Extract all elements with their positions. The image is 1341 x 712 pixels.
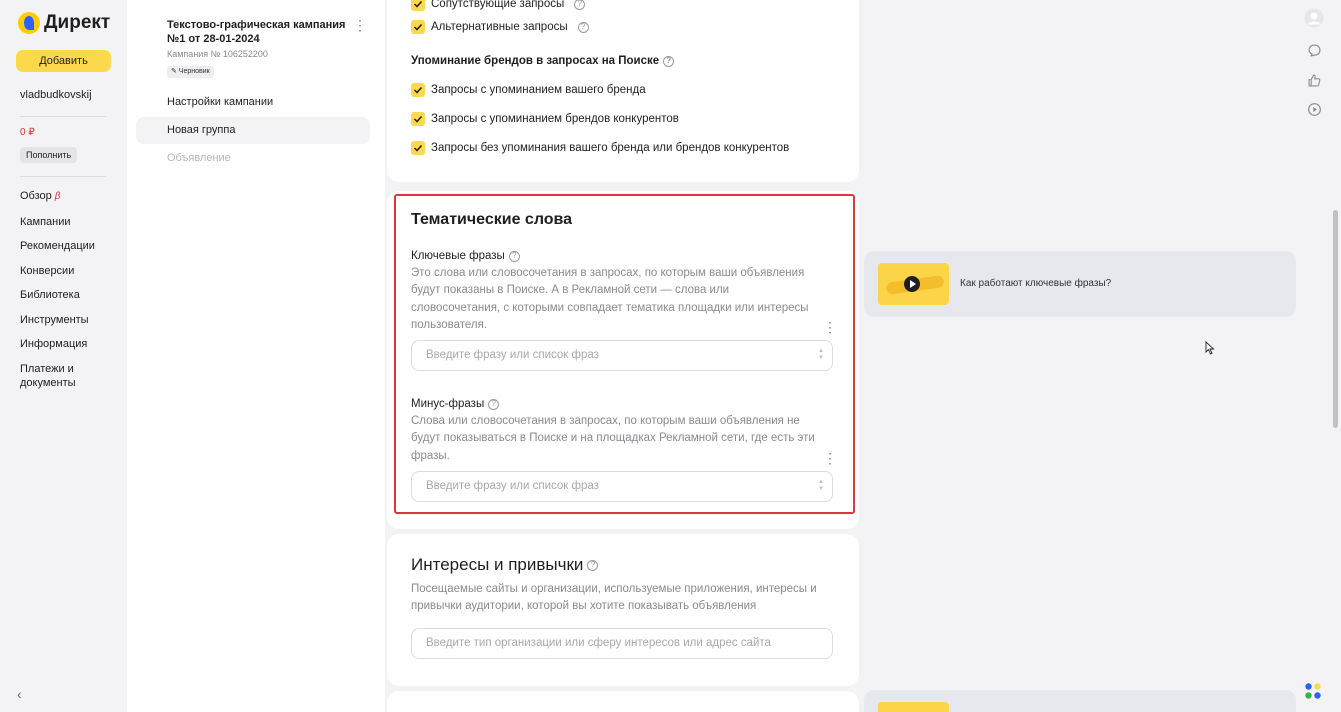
no-brand-option[interactable]: Запросы без упоминания вашего бренда или… [411, 141, 789, 155]
checkbox[interactable] [411, 83, 425, 97]
topup-button[interactable]: Пополнить [20, 147, 78, 163]
highlight-frame [394, 194, 855, 514]
tip-text[interactable]: Как работают ключевые фразы? [960, 278, 1111, 289]
option-label: Запросы без упоминания вашего бренда или… [431, 142, 790, 154]
option-label: Альтернативные запросы [431, 21, 568, 33]
video-tip[interactable] [864, 690, 1296, 712]
logo-text: Директ [44, 12, 111, 33]
scrollbar[interactable] [1331, 0, 1341, 712]
apps-icon[interactable] [1304, 682, 1322, 700]
add-button[interactable]: Добавить [16, 50, 111, 72]
section-title-text: Интересы и привычки [411, 555, 584, 574]
nav-item-label: Платежи и документы [20, 362, 76, 389]
nav-menu: Обзор β Кампании Рекомендации Конверсии Б… [20, 189, 110, 400]
chat-icon[interactable] [1305, 41, 1323, 59]
nav-item-label: Обзор [20, 190, 52, 202]
nav-item-tools[interactable]: Инструменты [20, 313, 110, 327]
nav-item-campaigns[interactable]: Кампании [20, 215, 110, 229]
section-title-text: Упоминание брендов в запросах на Поиске [411, 55, 660, 67]
section-title: Интересы и привычки? [411, 555, 599, 575]
option-label: Сопутствующие запросы [431, 0, 565, 10]
thumbs-up-icon[interactable] [1305, 71, 1323, 89]
help-icon[interactable]: ? [577, 21, 589, 33]
nav-item-label: Инструменты [20, 313, 89, 326]
campaign-panel: Текстово-графическая кампания №1 от 28-0… [127, 0, 385, 712]
video-thumbnail[interactable] [878, 702, 949, 712]
avatar[interactable] [1304, 8, 1324, 28]
mouse-cursor-icon [1205, 341, 1215, 355]
divider [20, 176, 106, 177]
option-label: Запросы с упоминанием брендов конкуренто… [431, 113, 679, 125]
alternative-queries-option[interactable]: Альтернативные запросы? [411, 20, 589, 34]
scrollbar-thumb[interactable] [1333, 210, 1338, 428]
interests-card: Интересы и привычки? Посещаемые сайты и … [387, 534, 859, 686]
checkbox[interactable] [411, 0, 425, 11]
input-placeholder: Введите тип организации или сферу интере… [426, 637, 771, 649]
next-card [387, 691, 859, 712]
ad-item: Объявление [167, 152, 231, 164]
main-content: Сопутствующие запросы? Альтернативные за… [385, 0, 867, 712]
nav-item-overview[interactable]: Обзор β [20, 189, 110, 204]
beta-badge: β [54, 191, 61, 202]
username[interactable]: vladbudkovskij [20, 89, 92, 101]
own-brand-option[interactable]: Запросы с упоминанием вашего бренда [411, 83, 646, 97]
interests-description: Посещаемые сайты и организации, использу… [411, 583, 817, 613]
left-navigation: Директ Добавить vladbudkovskij 0 ₽ Попол… [0, 0, 127, 712]
help-icon[interactable]: ? [663, 55, 675, 67]
nav-item-label: Рекомендации [20, 240, 95, 252]
play-icon[interactable] [904, 276, 920, 292]
option-label: Запросы с упоминанием вашего бренда [431, 84, 646, 96]
checkbox[interactable] [411, 20, 425, 34]
chevron-left-icon[interactable]: ‹ [17, 686, 22, 702]
nav-item-conversions[interactable]: Конверсии [20, 264, 110, 278]
nav-item-recommendations[interactable]: Рекомендации [20, 239, 110, 253]
direct-logo[interactable]: Директ [18, 12, 110, 34]
nav-item-label: Конверсии [20, 264, 75, 277]
nav-item-library[interactable]: Библиотека [20, 288, 110, 302]
campaign-number: Кампания № 106252200 [167, 49, 268, 59]
checkbox[interactable] [411, 141, 425, 155]
divider [20, 116, 106, 117]
nav-item-label: Библиотека [20, 289, 80, 301]
yandex-direct-logo-icon [18, 12, 40, 34]
help-icon[interactable]: ? [574, 0, 586, 10]
campaign-title: Текстово-графическая кампания №1 от 28-0… [167, 19, 346, 45]
competitor-brand-option[interactable]: Запросы с упоминанием брендов конкуренто… [411, 112, 679, 126]
related-queries-option[interactable]: Сопутствующие запросы? [411, 0, 586, 11]
balance: 0 ₽ [20, 127, 35, 138]
campaign-settings-item[interactable]: Настройки кампании [136, 89, 370, 116]
help-icon[interactable]: ? [587, 559, 599, 571]
interests-input[interactable]: Введите тип организации или сферу интере… [411, 628, 833, 659]
nav-item-label: Кампании [20, 215, 71, 228]
queries-card: Сопутствующие запросы? Альтернативные за… [387, 0, 859, 182]
nav-item-information[interactable]: Информация [20, 337, 110, 351]
brand-section-title: Упоминание брендов в запросах на Поиске? [411, 55, 675, 67]
play-circle-icon[interactable] [1305, 100, 1323, 118]
keywords-video-tip[interactable]: Как работают ключевые фразы? [864, 251, 1296, 317]
status-badge: ✎ Черновик [167, 66, 214, 78]
nav-item-label: Информация [20, 338, 88, 350]
video-thumbnail[interactable] [878, 263, 949, 305]
checkbox[interactable] [411, 112, 425, 126]
new-group-item[interactable]: Новая группа [136, 117, 370, 144]
more-options-icon[interactable]: ⋮ [353, 17, 367, 34]
nav-item-payments[interactable]: Платежи и документы [20, 362, 110, 390]
